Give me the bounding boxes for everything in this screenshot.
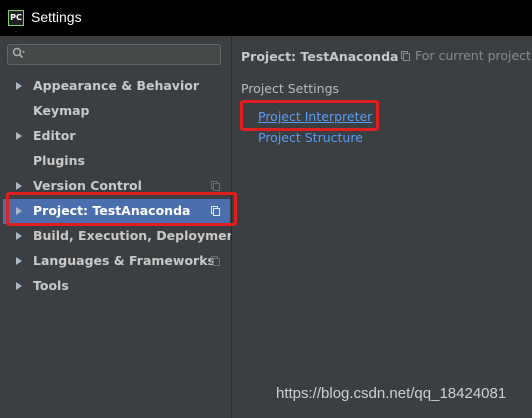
section-title: Project Settings (241, 81, 340, 96)
search-input[interactable] (36, 47, 216, 62)
scope-label: For current project (415, 48, 531, 63)
window-title-bar: PC Settings (0, 0, 532, 36)
sidebar-item-label: Tools (33, 278, 69, 293)
sidebar-item-keymap[interactable]: Keymap (3, 99, 230, 124)
project-scope-icon (401, 51, 410, 61)
highlight-box-project-item (6, 192, 237, 226)
pycharm-app-icon: PC (8, 10, 24, 26)
sidebar-item-languages-frameworks[interactable]: Languages & Frameworks (3, 249, 230, 274)
window-title: Settings (31, 9, 82, 25)
expand-arrow-icon[interactable] (16, 257, 22, 265)
sidebar-item-label: Appearance & Behavior (33, 78, 199, 93)
project-structure-link[interactable]: Project Structure (258, 130, 363, 145)
sidebar-item-build-execution-deployment[interactable]: Build, Execution, Deployment (3, 224, 241, 249)
expand-arrow-icon[interactable] (16, 282, 22, 290)
sidebar-item-plugins[interactable]: Plugins (3, 149, 230, 174)
project-scope-icon (211, 181, 220, 191)
expand-arrow-icon[interactable] (16, 182, 22, 190)
sidebar-item-label: Languages & Frameworks (33, 253, 215, 268)
sidebar-item-label: Keymap (33, 103, 90, 118)
search-icon[interactable] (12, 47, 26, 61)
sidebar-item-appearance-behavior[interactable]: Appearance & Behavior (3, 74, 230, 99)
sidebar-item-label: Version Control (33, 178, 142, 193)
sidebar-item-label: Build, Execution, Deployment (33, 228, 242, 243)
page-title: Project: TestAnaconda (241, 49, 399, 64)
sidebar-item-label: Editor (33, 128, 76, 143)
sidebar-item-label: Plugins (33, 153, 85, 168)
sidebar-item-editor[interactable]: Editor (3, 124, 230, 149)
expand-arrow-icon[interactable] (16, 82, 22, 90)
expand-arrow-icon[interactable] (16, 132, 22, 140)
expand-arrow-icon[interactable] (16, 232, 22, 240)
sidebar-item-tools[interactable]: Tools (3, 274, 230, 299)
project-scope-icon (211, 256, 220, 266)
highlight-box-interpreter-link (240, 100, 379, 131)
watermark-text: https://blog.csdn.net/qq_18424081 (276, 385, 507, 402)
settings-search-box[interactable] (7, 44, 221, 65)
